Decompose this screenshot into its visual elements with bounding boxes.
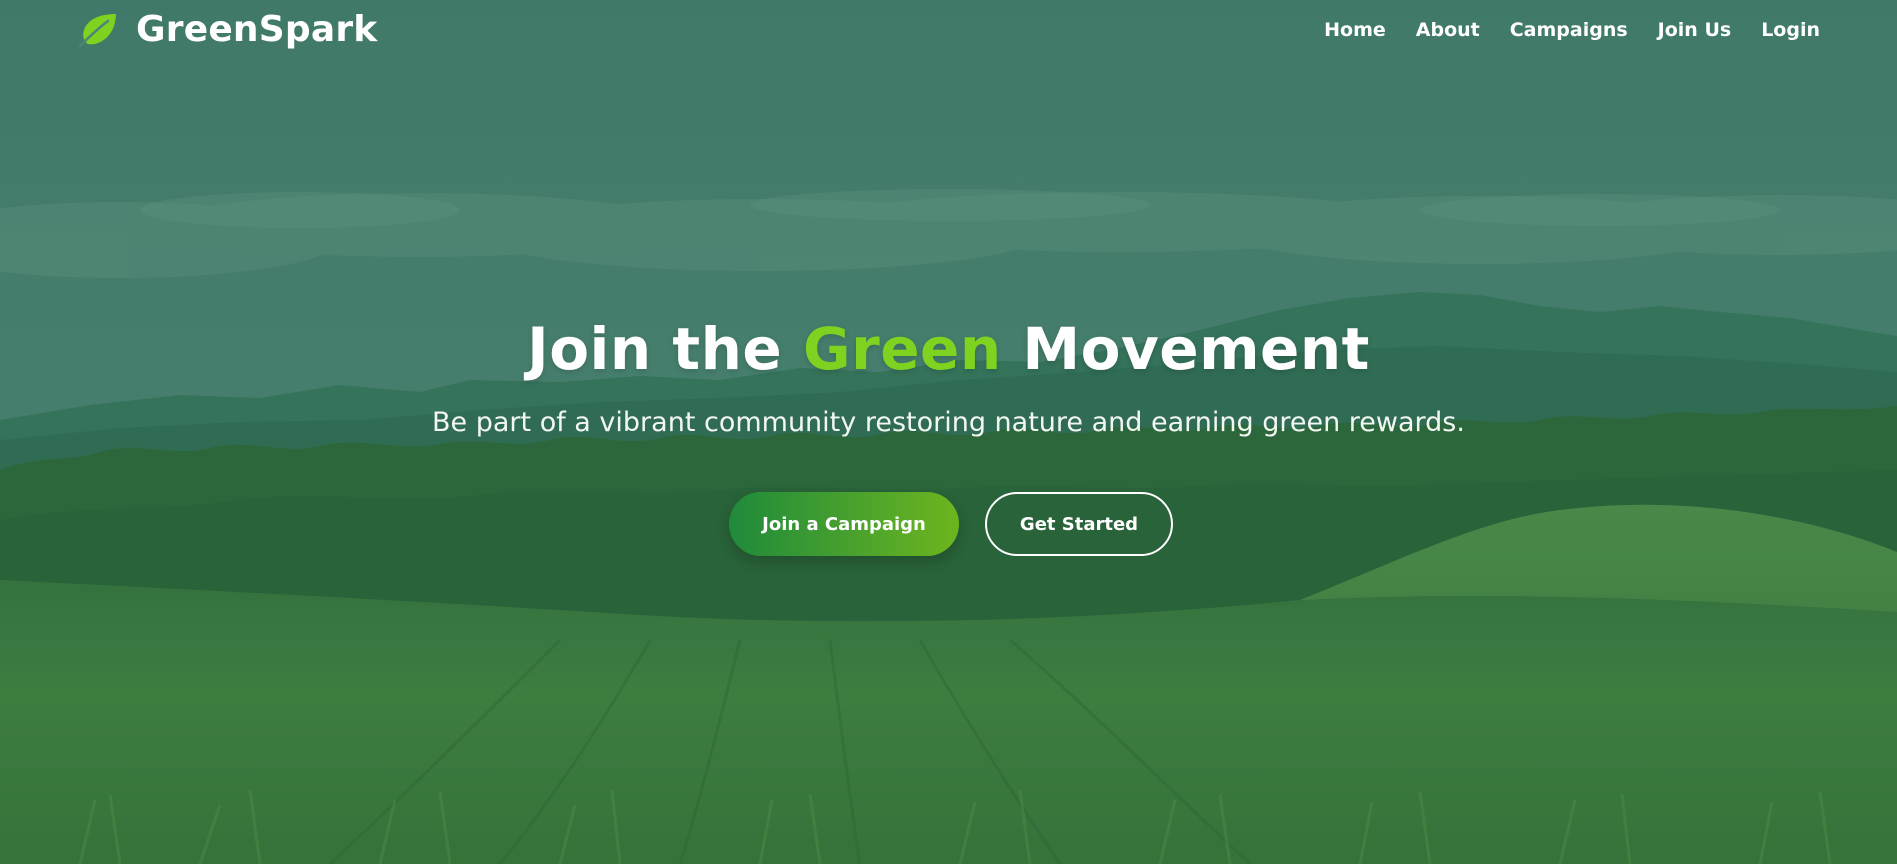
hero-section: GreenSpark Home About Campaigns Join Us …	[0, 0, 1897, 864]
get-started-button[interactable]: Get Started	[985, 492, 1173, 556]
hero-content: Join the Green Movement Be part of a vib…	[0, 310, 1897, 556]
hero-subtitle: Be part of a vibrant community restoring…	[432, 407, 1465, 438]
nav-link-join-us[interactable]: Join Us	[1658, 19, 1732, 41]
nav-link-campaigns[interactable]: Campaigns	[1510, 19, 1628, 41]
top-navbar: GreenSpark Home About Campaigns Join Us …	[0, 0, 1897, 60]
leaf-icon	[78, 14, 116, 48]
hero-title-prefix: Join the	[527, 315, 783, 383]
hero-title-accent: Green	[802, 315, 1002, 383]
hero-title: Join the Green Movement	[0, 310, 1897, 388]
nav-link-login[interactable]: Login	[1761, 19, 1820, 41]
nav-link-about[interactable]: About	[1416, 19, 1480, 41]
hero-cta-group: Join a Campaign Get Started	[0, 492, 1897, 556]
brand-name: GreenSpark	[136, 9, 378, 50]
brand-logo-link[interactable]: GreenSpark	[78, 10, 377, 50]
hero-title-suffix: Movement	[1022, 315, 1370, 383]
nav-link-home[interactable]: Home	[1324, 19, 1386, 41]
nav-menu: Home About Campaigns Join Us Login	[1324, 18, 1820, 42]
join-campaign-button[interactable]: Join a Campaign	[729, 492, 959, 556]
